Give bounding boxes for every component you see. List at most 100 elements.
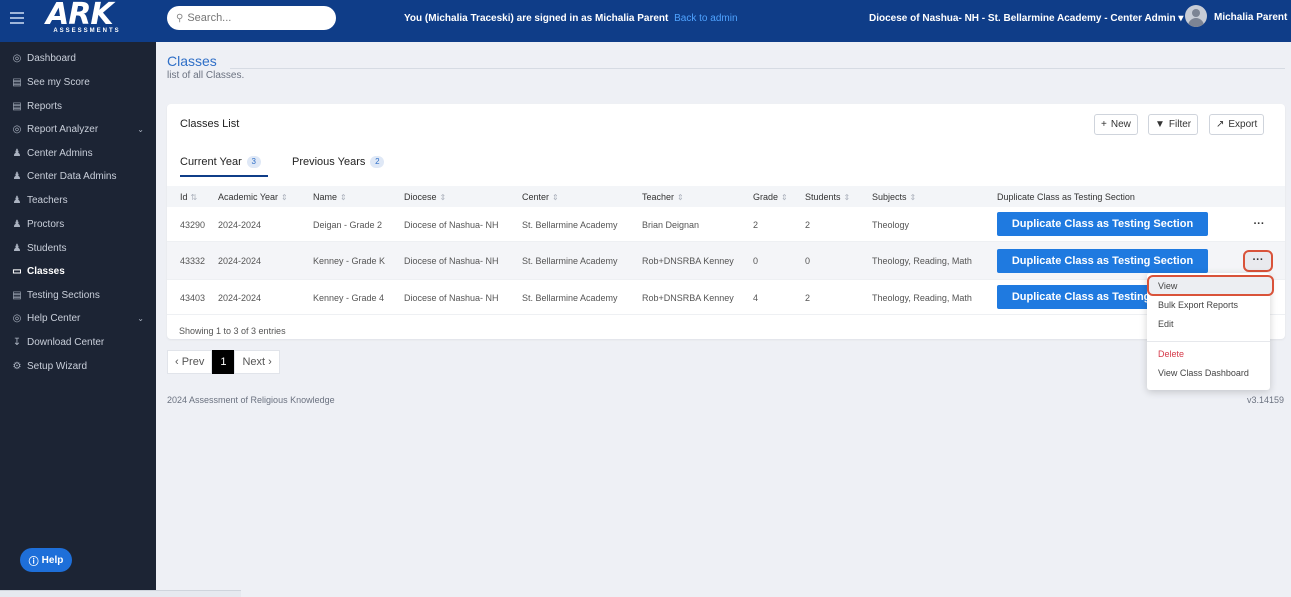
cell-id: 43290 <box>180 220 206 230</box>
filter-icon: ▼ <box>1155 119 1165 130</box>
column-center[interactable]: Center ⇕ <box>522 192 559 202</box>
sidebar-item-label: See my Score <box>27 76 90 88</box>
sidebar-item-reports[interactable]: ▤ Reports <box>0 95 156 117</box>
column-diocese[interactable]: Diocese ⇕ <box>404 192 446 202</box>
sidebar-item-see-my-score[interactable]: ▤ See my Score <box>0 71 156 93</box>
context-select-label: Diocese of Nashua- NH - St. Bellarmine A… <box>869 13 1176 24</box>
sidebar-item-center-admins[interactable]: ♟ Center Admins <box>0 142 156 164</box>
sidebar-item-center-data-admins[interactable]: ♟ Center Data Admins <box>0 165 156 187</box>
sidebar-item-proctors[interactable]: ♟ Proctors <box>0 213 156 235</box>
sidebar-item-download-center[interactable]: ↧ Download Center <box>0 331 156 353</box>
column-duplicate: Duplicate Class as Testing Section <box>997 192 1135 202</box>
tab-count-badge: 3 <box>246 156 261 168</box>
sidebar-item-teachers[interactable]: ♟ Teachers <box>0 189 156 211</box>
reports-icon: ▤ <box>12 100 22 112</box>
context-select[interactable]: Diocese of Nashua- NH - St. Bellarmine A… <box>869 13 1183 24</box>
cell-teacher: Rob+DNSRBA Kenney <box>642 256 734 266</box>
sidebar-item-students[interactable]: ♟ Students <box>0 237 156 259</box>
logo-text: ARK <box>46 0 114 32</box>
export-button[interactable]: ↗ Export <box>1209 114 1265 135</box>
sidebar-item-label: Center Admins <box>27 147 93 159</box>
page-title: Classes <box>167 53 217 69</box>
pagination: ‹ Prev 1 Next › <box>167 350 280 374</box>
testing-icon: ▤ <box>12 289 22 301</box>
sort-icon: ⇕ <box>909 193 917 202</box>
more-options-icon[interactable]: ··· <box>1245 215 1273 233</box>
help-button[interactable]: ⓘ Help <box>20 548 72 572</box>
tab-current-year[interactable]: Current Year 3 <box>180 156 261 168</box>
cell-students: 2 <box>805 220 811 230</box>
column-grade[interactable]: Grade ⇕ <box>753 192 788 202</box>
cell-subjects: Theology, Reading, Math <box>872 256 972 266</box>
sidebar-item-label: Reports <box>27 100 63 112</box>
cell-center: St. Bellarmine Academy <box>522 256 618 266</box>
cell-name: Kenney - Grade 4 <box>313 293 385 303</box>
sidebar-item-label: Proctors <box>27 218 65 230</box>
page-number-button[interactable]: 1 <box>212 350 235 374</box>
menu-item-view[interactable]: View <box>1158 281 1177 291</box>
new-button[interactable]: + New <box>1094 114 1138 135</box>
menu-item-delete[interactable]: Delete <box>1158 349 1184 359</box>
table-row: 43332 2024-2024 Kenney - Grade K Diocese… <box>167 242 1285 280</box>
cell-diocese: Diocese of Nashua- NH <box>404 256 499 266</box>
sort-icon: ⇕ <box>552 193 559 202</box>
menu-item-edit[interactable]: Edit <box>1158 319 1174 329</box>
top-bar: ARK ASSESSMENTS ⚲ You (Michalia Traceski… <box>0 0 1291 42</box>
sidebar-item-testing-sections[interactable]: ▤ Testing Sections <box>0 284 156 306</box>
sidebar-item-label: Setup Wizard <box>27 360 88 372</box>
menu-icon[interactable] <box>10 12 24 24</box>
sidebar-item-dashboard[interactable]: ◎ Dashboard <box>0 47 156 69</box>
column-teacher[interactable]: Teacher ⇕ <box>642 192 684 202</box>
prev-page-button[interactable]: ‹ Prev <box>167 350 213 374</box>
page-subtitle: list of all Classes. <box>167 70 245 81</box>
duplicate-class-button[interactable]: Duplicate Class as Testing Section <box>997 249 1208 273</box>
sidebar-item-classes[interactable]: ▭ Classes <box>0 260 156 282</box>
chevron-down-icon: ⌄ <box>137 124 144 134</box>
sidebar-item-help-center[interactable]: ◎ Help Center ⌄ <box>0 307 156 329</box>
user-name[interactable]: Michalia Parent <box>1214 12 1287 23</box>
column-academic-year[interactable]: Academic Year ⇕ <box>218 192 288 202</box>
search-box[interactable]: ⚲ <box>167 6 336 30</box>
cell-year: 2024-2024 <box>218 220 262 230</box>
column-label: Id <box>180 192 188 202</box>
card-title: Classes List <box>180 118 240 130</box>
help-center-icon: ◎ <box>12 312 22 324</box>
column-label: Diocese <box>404 192 437 202</box>
teacher-icon: ♟ <box>12 194 22 206</box>
column-subjects[interactable]: Subjects ⇕ <box>872 192 916 202</box>
duplicate-class-button[interactable]: Duplicate Class as Testing Section <box>997 212 1208 236</box>
logo[interactable]: ARK ASSESSMENTS <box>46 0 128 35</box>
sort-icon: ⇕ <box>781 193 788 202</box>
next-page-button[interactable]: Next › <box>234 350 280 374</box>
column-label: Name <box>313 192 338 202</box>
new-button-label: New <box>1110 119 1131 130</box>
export-button-label: Export <box>1228 119 1258 130</box>
search-input[interactable] <box>187 12 318 24</box>
cell-id: 43403 <box>180 293 206 303</box>
cell-center: St. Bellarmine Academy <box>522 293 618 303</box>
avatar[interactable] <box>1185 5 1207 27</box>
column-name[interactable]: Name ⇕ <box>313 192 347 202</box>
filter-button[interactable]: ▼ Filter <box>1148 114 1199 135</box>
sidebar-item-label: Classes <box>27 265 65 277</box>
menu-item-view-dashboard[interactable]: View Class Dashboard <box>1158 368 1249 378</box>
menu-item-bulk-export[interactable]: Bulk Export Reports <box>1158 300 1238 310</box>
table-header: Id ⇅ Academic Year ⇕ Name ⇕ Diocese ⇕ Center… <box>167 186 1285 207</box>
title-divider <box>230 68 1285 69</box>
footer-version: v3.14159 <box>1247 395 1285 405</box>
cell-name: Kenney - Grade K <box>313 256 386 266</box>
column-students[interactable]: Students ⇕ <box>805 192 850 202</box>
column-label: Duplicate Class as Testing Section <box>997 192 1135 202</box>
column-id[interactable]: Id ⇅ <box>180 192 197 202</box>
dashboard-icon: ◎ <box>12 52 22 64</box>
sidebar-item-report-analyzer[interactable]: ◎ Report Analyzer ⌄ <box>0 118 156 140</box>
sidebar-item-setup-wizard[interactable]: ⚙ Setup Wizard <box>0 355 156 377</box>
tab-previous-years[interactable]: Previous Years 2 <box>292 156 385 168</box>
question-icon: ⓘ <box>28 556 39 568</box>
more-options-icon[interactable]: ··· <box>1243 250 1273 272</box>
cell-year: 2024-2024 <box>218 256 262 266</box>
back-to-admin-link[interactable]: Back to admin <box>674 13 737 24</box>
cell-students: 2 <box>805 293 811 303</box>
column-label: Academic Year <box>218 192 279 202</box>
sidebar-item-label: Center Data Admins <box>27 170 117 182</box>
